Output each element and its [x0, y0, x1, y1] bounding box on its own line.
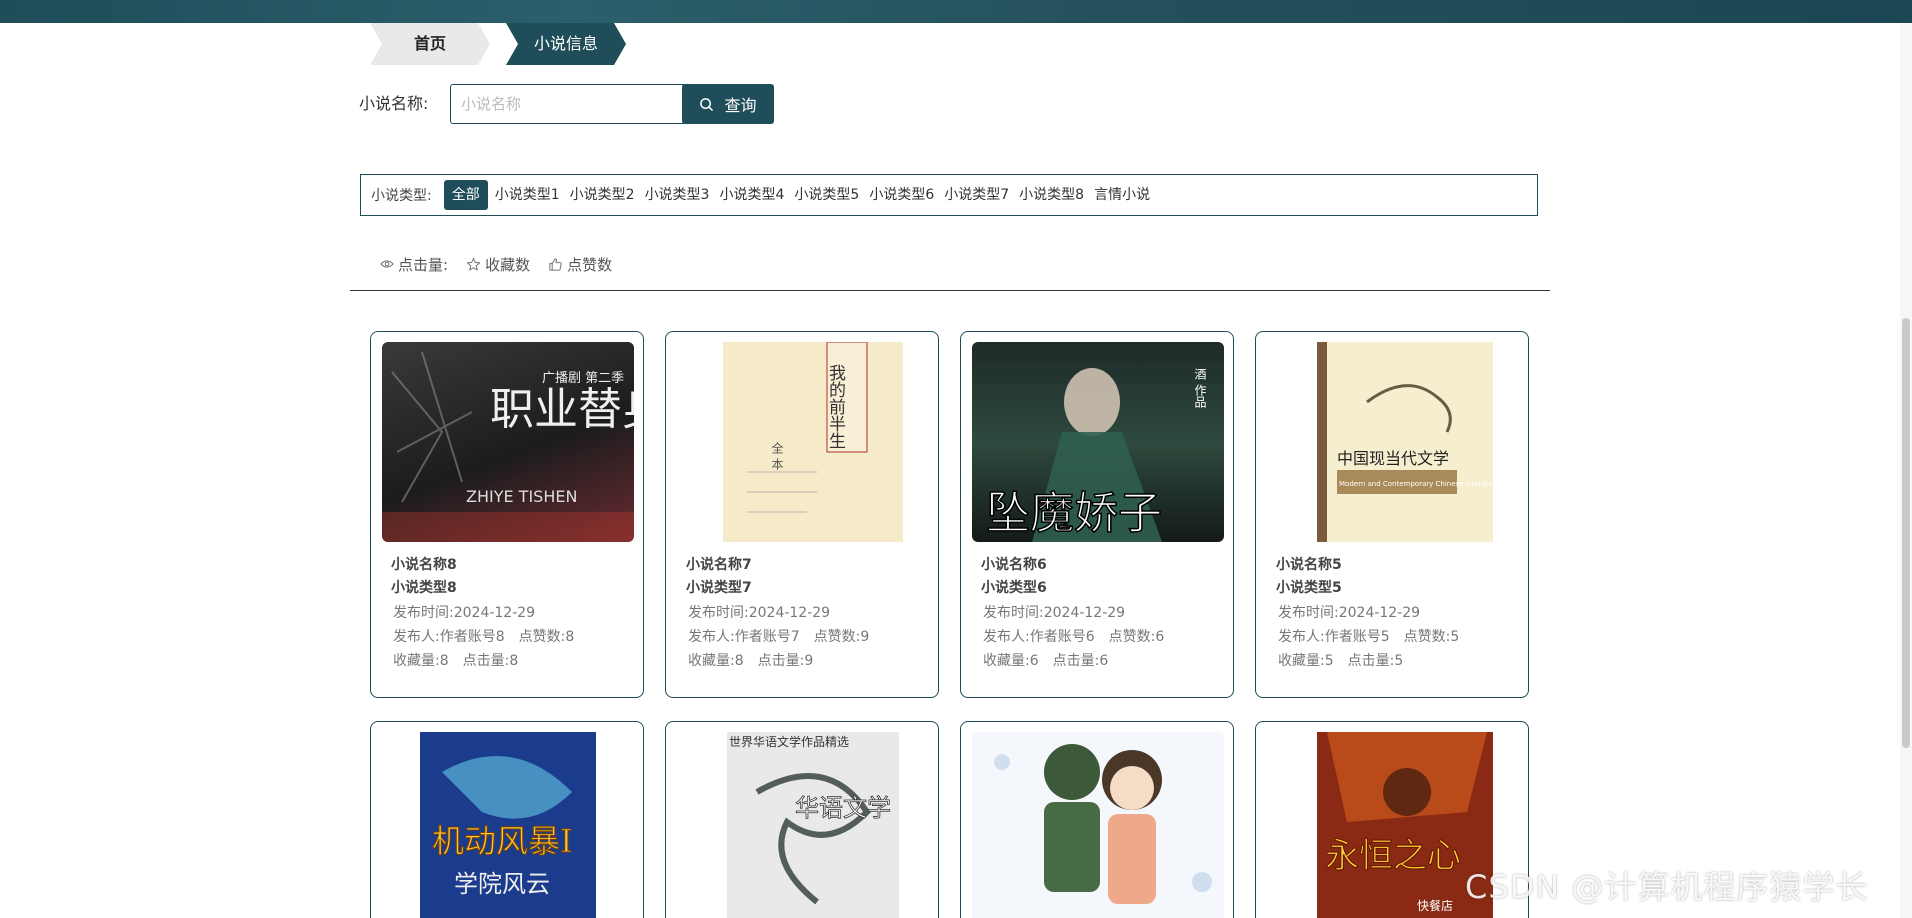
star-icon — [466, 257, 481, 270]
type-item-4[interactable]: 小说类型4 — [714, 180, 789, 210]
novel-card-6[interactable]: 酒 作品 坠魔娇子 小说名称6 小说类型6 发布时间:2024-12-29 发布… — [960, 331, 1234, 698]
svg-text:全 本: 全 本 — [770, 441, 784, 471]
svg-text:职业替身: 职业替身 — [490, 384, 634, 435]
novel-name[interactable]: 小说名称6 — [981, 554, 1047, 574]
novel-type: 小说类型5 — [1276, 580, 1342, 596]
svg-text:Modern and Contemporary Chines: Modern and Contemporary Chinese Literatu… — [1339, 480, 1500, 488]
novel-publish-time: 发布时间:2024-12-29 — [1278, 605, 1421, 621]
svg-text:酒 作品: 酒 作品 — [1193, 368, 1207, 408]
novel-publish-time: 发布时间:2024-12-29 — [688, 605, 831, 621]
novel-stats: 收藏量:8 点击量:9 — [688, 653, 814, 669]
search-button-label: 查询 — [724, 96, 757, 115]
eye-icon — [380, 260, 394, 268]
novel-type: 小说类型7 — [686, 580, 752, 596]
type-item-all[interactable]: 全部 — [443, 180, 488, 210]
type-filter-label: 小说类型: — [371, 188, 432, 204]
type-item-6[interactable]: 小说类型6 — [864, 180, 939, 210]
novel-cover[interactable]: 酒 作品 坠魔娇子 — [972, 342, 1224, 542]
search-button[interactable]: 查询 — [682, 84, 774, 124]
svg-text:我的前半生: 我的前半生 — [825, 364, 846, 449]
novel-stats: 收藏量:8 点击量:8 — [393, 653, 519, 669]
novel-cover[interactable]: 我的前半生 全 本 — [677, 342, 929, 542]
svg-text:广播剧 第二季: 广播剧 第二季 — [542, 371, 624, 386]
type-item-3[interactable]: 小说类型3 — [640, 180, 715, 210]
type-item-8[interactable]: 小说类型8 — [1014, 180, 1089, 210]
sort-likes[interactable]: 点赞数 — [548, 254, 612, 275]
novel-publisher: 发布人:作者账号8 点赞数:8 — [393, 629, 575, 645]
type-filter: 小说类型: 全部 小说类型1 小说类型2 小说类型3 小说类型4 小说类型5 小… — [360, 174, 1538, 216]
thumbs-up-icon — [549, 257, 562, 271]
svg-text:中国现当代文学: 中国现当代文学 — [1337, 449, 1449, 468]
novel-publisher: 发布人:作者账号7 点赞数:9 — [688, 629, 870, 645]
novel-cover[interactable]: 中国现当代文学 Modern and Contemporary Chinese … — [1267, 342, 1519, 542]
novel-card-7[interactable]: 我的前半生 全 本 小说名称7 小说类型7 发布时间:2024-12-29 发布… — [665, 331, 939, 698]
novel-type: 小说类型8 — [391, 580, 457, 596]
cover-art: 世界华语文学作品精选 华语文学 — [727, 732, 899, 918]
novel-card-4[interactable]: 机动风暴I 学院风云 — [370, 721, 644, 918]
svg-text:机动风暴I: 机动风暴I — [432, 822, 573, 860]
svg-text:ZHIYE TISHEN: ZHIYE TISHEN — [466, 487, 577, 506]
breadcrumb-home[interactable]: 首页 — [370, 23, 490, 65]
search-icon — [700, 97, 714, 111]
type-item-7[interactable]: 小说类型7 — [939, 180, 1014, 210]
novel-publisher: 发布人:作者账号6 点赞数:6 — [983, 629, 1165, 645]
svg-text:华语文学: 华语文学 — [795, 794, 891, 822]
novel-card-3[interactable]: 世界华语文学作品精选 华语文学 — [665, 721, 939, 918]
novel-cover[interactable]: 机动风暴I 学院风云 — [382, 732, 634, 918]
novel-type: 小说类型6 — [981, 580, 1047, 596]
cover-art: 酒 作品 坠魔娇子 — [985, 368, 1207, 542]
search-input[interactable] — [450, 84, 688, 124]
sort-row: 点击量: 收藏数 点赞数 — [380, 252, 630, 276]
novel-card-2[interactable] — [960, 721, 1234, 918]
cover-art — [994, 744, 1212, 904]
novel-cover[interactable]: 职业替身 ZHIYE TISHEN 广播剧 第二季 — [382, 342, 634, 542]
svg-text:永恒之心: 永恒之心 — [1325, 836, 1461, 876]
sort-favorites-label: 收藏数 — [485, 255, 531, 274]
novel-name[interactable]: 小说名称7 — [686, 554, 752, 574]
cover-art: 职业替身 ZHIYE TISHEN 广播剧 第二季 — [382, 351, 634, 542]
novel-name[interactable]: 小说名称8 — [391, 554, 457, 574]
novel-publish-time: 发布时间:2024-12-29 — [983, 605, 1126, 621]
novel-publish-time: 发布时间:2024-12-29 — [393, 605, 536, 621]
breadcrumb-current: 小说信息 — [506, 23, 626, 65]
sort-favorites[interactable]: 收藏数 — [466, 254, 530, 275]
novel-publisher: 发布人:作者账号5 点赞数:5 — [1278, 629, 1460, 645]
cover-art: 机动风暴I 学院风云 — [420, 732, 596, 918]
scrollbar-thumb[interactable] — [1902, 318, 1910, 748]
novel-stats: 收藏量:6 点击量:6 — [983, 653, 1109, 669]
search-label: 小说名称: — [359, 94, 429, 113]
type-item-2[interactable]: 小说类型2 — [565, 180, 640, 210]
novel-cover[interactable]: 世界华语文学作品精选 华语文学 — [677, 732, 929, 918]
watermark: CSDN @计算机程序猿学长 — [1465, 868, 1869, 906]
novel-stats: 收藏量:5 点击量:5 — [1278, 653, 1404, 669]
sort-divider — [350, 290, 1550, 291]
novel-cover[interactable] — [972, 732, 1224, 918]
sort-clicks[interactable]: 点击量: — [380, 254, 448, 275]
type-item-5[interactable]: 小说类型5 — [789, 180, 864, 210]
svg-text:坠魔娇子: 坠魔娇子 — [986, 488, 1162, 539]
svg-text:快餐店: 快餐店 — [1417, 898, 1453, 913]
svg-text:学院风云: 学院风云 — [454, 870, 550, 898]
novel-card-5[interactable]: 中国现当代文学 Modern and Contemporary Chinese … — [1255, 331, 1529, 698]
cover-art: 中国现当代文学 Modern and Contemporary Chinese … — [1317, 342, 1500, 542]
novel-name[interactable]: 小说名称5 — [1276, 554, 1342, 574]
type-item-romance[interactable]: 言情小说 — [1089, 180, 1155, 210]
novel-card-8[interactable]: 职业替身 ZHIYE TISHEN 广播剧 第二季 小说名称8 小说类型8 发布… — [370, 331, 644, 698]
sort-likes-label: 点赞数 — [567, 255, 613, 274]
sort-clicks-label: 点击量: — [398, 255, 449, 274]
type-item-1[interactable]: 小说类型1 — [490, 180, 565, 210]
svg-text:世界华语文学作品精选: 世界华语文学作品精选 — [729, 734, 849, 749]
top-banner — [0, 0, 1912, 23]
cover-art: 我的前半生 全 本 — [723, 342, 903, 542]
page-scrollbar[interactable] — [1900, 23, 1912, 918]
